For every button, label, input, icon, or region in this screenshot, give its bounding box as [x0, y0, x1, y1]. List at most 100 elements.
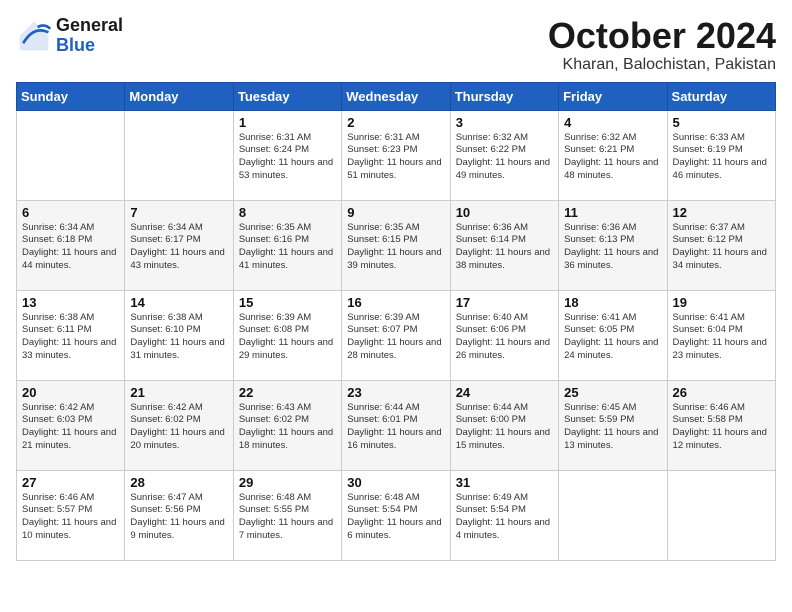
- day-number: 20: [22, 385, 119, 400]
- day-number: 29: [239, 475, 336, 490]
- calendar-cell: [667, 470, 775, 560]
- calendar-cell: 21 Sunrise: 6:42 AM Sunset: 6:02 PM Dayli…: [125, 380, 233, 470]
- calendar-cell: 26 Sunrise: 6:46 AM Sunset: 5:58 PM Dayli…: [667, 380, 775, 470]
- day-number: 2: [347, 115, 444, 130]
- day-number: 30: [347, 475, 444, 490]
- logo-icon: [16, 18, 52, 54]
- logo-blue: Blue: [56, 35, 95, 55]
- day-info: Sunrise: 6:46 AM Sunset: 5:58 PM Dayligh…: [673, 402, 770, 453]
- weekday-header-row: SundayMondayTuesdayWednesdayThursdayFrid…: [17, 82, 776, 110]
- day-info: Sunrise: 6:39 AM Sunset: 6:07 PM Dayligh…: [347, 312, 444, 363]
- calendar-cell: [559, 470, 667, 560]
- calendar-cell: 25 Sunrise: 6:45 AM Sunset: 5:59 PM Dayli…: [559, 380, 667, 470]
- calendar-table: SundayMondayTuesdayWednesdayThursdayFrid…: [16, 82, 776, 561]
- day-info: Sunrise: 6:48 AM Sunset: 5:55 PM Dayligh…: [239, 492, 336, 543]
- day-number: 24: [456, 385, 553, 400]
- calendar-week-5: 27 Sunrise: 6:46 AM Sunset: 5:57 PM Dayli…: [17, 470, 776, 560]
- day-number: 3: [456, 115, 553, 130]
- calendar-cell: 7 Sunrise: 6:34 AM Sunset: 6:17 PM Daylig…: [125, 200, 233, 290]
- calendar-cell: 28Sunrise: 6:47 AM Sunset: 5:56 PM Dayli…: [125, 470, 233, 560]
- weekday-header-sunday: Sunday: [17, 82, 125, 110]
- weekday-header-monday: Monday: [125, 82, 233, 110]
- day-info: Sunrise: 6:38 AM Sunset: 6:10 PM Dayligh…: [130, 312, 227, 363]
- calendar-cell: 1Sunrise: 6:31 AM Sunset: 6:24 PM Daylig…: [233, 110, 341, 200]
- logo-general: General: [56, 15, 123, 35]
- day-info: Sunrise: 6:31 AM Sunset: 6:23 PM Dayligh…: [347, 132, 444, 183]
- calendar-cell: 23 Sunrise: 6:44 AM Sunset: 6:01 PM Dayli…: [342, 380, 450, 470]
- calendar-cell: 17Sunrise: 6:40 AM Sunset: 6:06 PM Dayli…: [450, 290, 558, 380]
- day-info: Sunrise: 6:41 AM Sunset: 6:04 PM Dayligh…: [673, 312, 770, 363]
- day-number: 1: [239, 115, 336, 130]
- day-number: 14: [130, 295, 227, 310]
- day-info: Sunrise: 6:48 AM Sunset: 5:54 PM Dayligh…: [347, 492, 444, 543]
- day-number: 15: [239, 295, 336, 310]
- day-number: 10: [456, 205, 553, 220]
- calendar-cell: 5 Sunrise: 6:33 AM Sunset: 6:19 PM Daylig…: [667, 110, 775, 200]
- calendar-cell: 24 Sunrise: 6:44 AM Sunset: 6:00 PM Dayli…: [450, 380, 558, 470]
- calendar-cell: 27 Sunrise: 6:46 AM Sunset: 5:57 PM Dayli…: [17, 470, 125, 560]
- calendar-cell: 4 Sunrise: 6:32 AM Sunset: 6:21 PM Daylig…: [559, 110, 667, 200]
- day-number: 4: [564, 115, 661, 130]
- day-info: Sunrise: 6:34 AM Sunset: 6:18 PM Dayligh…: [22, 222, 119, 273]
- day-number: 8: [239, 205, 336, 220]
- logo: General Blue: [16, 16, 123, 56]
- day-info: Sunrise: 6:47 AM Sunset: 5:56 PM Dayligh…: [130, 492, 227, 543]
- day-info: Sunrise: 6:46 AM Sunset: 5:57 PM Dayligh…: [22, 492, 119, 543]
- day-info: Sunrise: 6:49 AM Sunset: 5:54 PM Dayligh…: [456, 492, 553, 543]
- calendar-cell: 22Sunrise: 6:43 AM Sunset: 6:02 PM Dayli…: [233, 380, 341, 470]
- calendar-cell: 12Sunrise: 6:37 AM Sunset: 6:12 PM Dayli…: [667, 200, 775, 290]
- day-info: Sunrise: 6:32 AM Sunset: 6:21 PM Dayligh…: [564, 132, 661, 183]
- calendar-cell: 2 Sunrise: 6:31 AM Sunset: 6:23 PM Daylig…: [342, 110, 450, 200]
- day-info: Sunrise: 6:44 AM Sunset: 6:00 PM Dayligh…: [456, 402, 553, 453]
- day-number: 27: [22, 475, 119, 490]
- calendar-cell: 20Sunrise: 6:42 AM Sunset: 6:03 PM Dayli…: [17, 380, 125, 470]
- calendar-cell: 9Sunrise: 6:35 AM Sunset: 6:15 PM Daylig…: [342, 200, 450, 290]
- day-number: 23: [347, 385, 444, 400]
- calendar-cell: 8 Sunrise: 6:35 AM Sunset: 6:16 PM Daylig…: [233, 200, 341, 290]
- day-number: 25: [564, 385, 661, 400]
- day-info: Sunrise: 6:44 AM Sunset: 6:01 PM Dayligh…: [347, 402, 444, 453]
- day-info: Sunrise: 6:39 AM Sunset: 6:08 PM Dayligh…: [239, 312, 336, 363]
- day-number: 6: [22, 205, 119, 220]
- calendar-cell: 10Sunrise: 6:36 AM Sunset: 6:14 PM Dayli…: [450, 200, 558, 290]
- day-info: Sunrise: 6:36 AM Sunset: 6:13 PM Dayligh…: [564, 222, 661, 273]
- day-info: Sunrise: 6:35 AM Sunset: 6:16 PM Dayligh…: [239, 222, 336, 273]
- day-number: 26: [673, 385, 770, 400]
- day-info: Sunrise: 6:41 AM Sunset: 6:05 PM Dayligh…: [564, 312, 661, 363]
- weekday-header-wednesday: Wednesday: [342, 82, 450, 110]
- day-number: 22: [239, 385, 336, 400]
- calendar-cell: 30 Sunrise: 6:48 AM Sunset: 5:54 PM Dayli…: [342, 470, 450, 560]
- calendar-week-4: 20Sunrise: 6:42 AM Sunset: 6:03 PM Dayli…: [17, 380, 776, 470]
- day-info: Sunrise: 6:42 AM Sunset: 6:02 PM Dayligh…: [130, 402, 227, 453]
- calendar-cell: 14 Sunrise: 6:38 AM Sunset: 6:10 PM Dayli…: [125, 290, 233, 380]
- day-number: 7: [130, 205, 227, 220]
- month-title: October 2024: [548, 16, 776, 56]
- calendar-cell: 16 Sunrise: 6:39 AM Sunset: 6:07 PM Dayli…: [342, 290, 450, 380]
- title-block: October 2024 Kharan, Balochistan, Pakist…: [548, 16, 776, 74]
- calendar-cell: 18 Sunrise: 6:41 AM Sunset: 6:05 PM Dayli…: [559, 290, 667, 380]
- weekday-header-tuesday: Tuesday: [233, 82, 341, 110]
- day-info: Sunrise: 6:33 AM Sunset: 6:19 PM Dayligh…: [673, 132, 770, 183]
- day-number: 13: [22, 295, 119, 310]
- day-number: 21: [130, 385, 227, 400]
- weekday-header-friday: Friday: [559, 82, 667, 110]
- calendar-cell: [17, 110, 125, 200]
- day-number: 11: [564, 205, 661, 220]
- calendar-cell: 29 Sunrise: 6:48 AM Sunset: 5:55 PM Dayli…: [233, 470, 341, 560]
- day-number: 31: [456, 475, 553, 490]
- calendar-cell: 6 Sunrise: 6:34 AM Sunset: 6:18 PM Daylig…: [17, 200, 125, 290]
- day-info: Sunrise: 6:38 AM Sunset: 6:11 PM Dayligh…: [22, 312, 119, 363]
- calendar-week-3: 13 Sunrise: 6:38 AM Sunset: 6:11 PM Dayli…: [17, 290, 776, 380]
- day-number: 5: [673, 115, 770, 130]
- calendar-cell: 31 Sunrise: 6:49 AM Sunset: 5:54 PM Dayli…: [450, 470, 558, 560]
- page-header: General Blue October 2024 Kharan, Baloch…: [16, 16, 776, 74]
- day-info: Sunrise: 6:45 AM Sunset: 5:59 PM Dayligh…: [564, 402, 661, 453]
- day-number: 17: [456, 295, 553, 310]
- day-number: 12: [673, 205, 770, 220]
- day-number: 18: [564, 295, 661, 310]
- day-number: 19: [673, 295, 770, 310]
- weekday-header-saturday: Saturday: [667, 82, 775, 110]
- calendar-week-2: 6 Sunrise: 6:34 AM Sunset: 6:18 PM Daylig…: [17, 200, 776, 290]
- day-number: 16: [347, 295, 444, 310]
- day-info: Sunrise: 6:34 AM Sunset: 6:17 PM Dayligh…: [130, 222, 227, 273]
